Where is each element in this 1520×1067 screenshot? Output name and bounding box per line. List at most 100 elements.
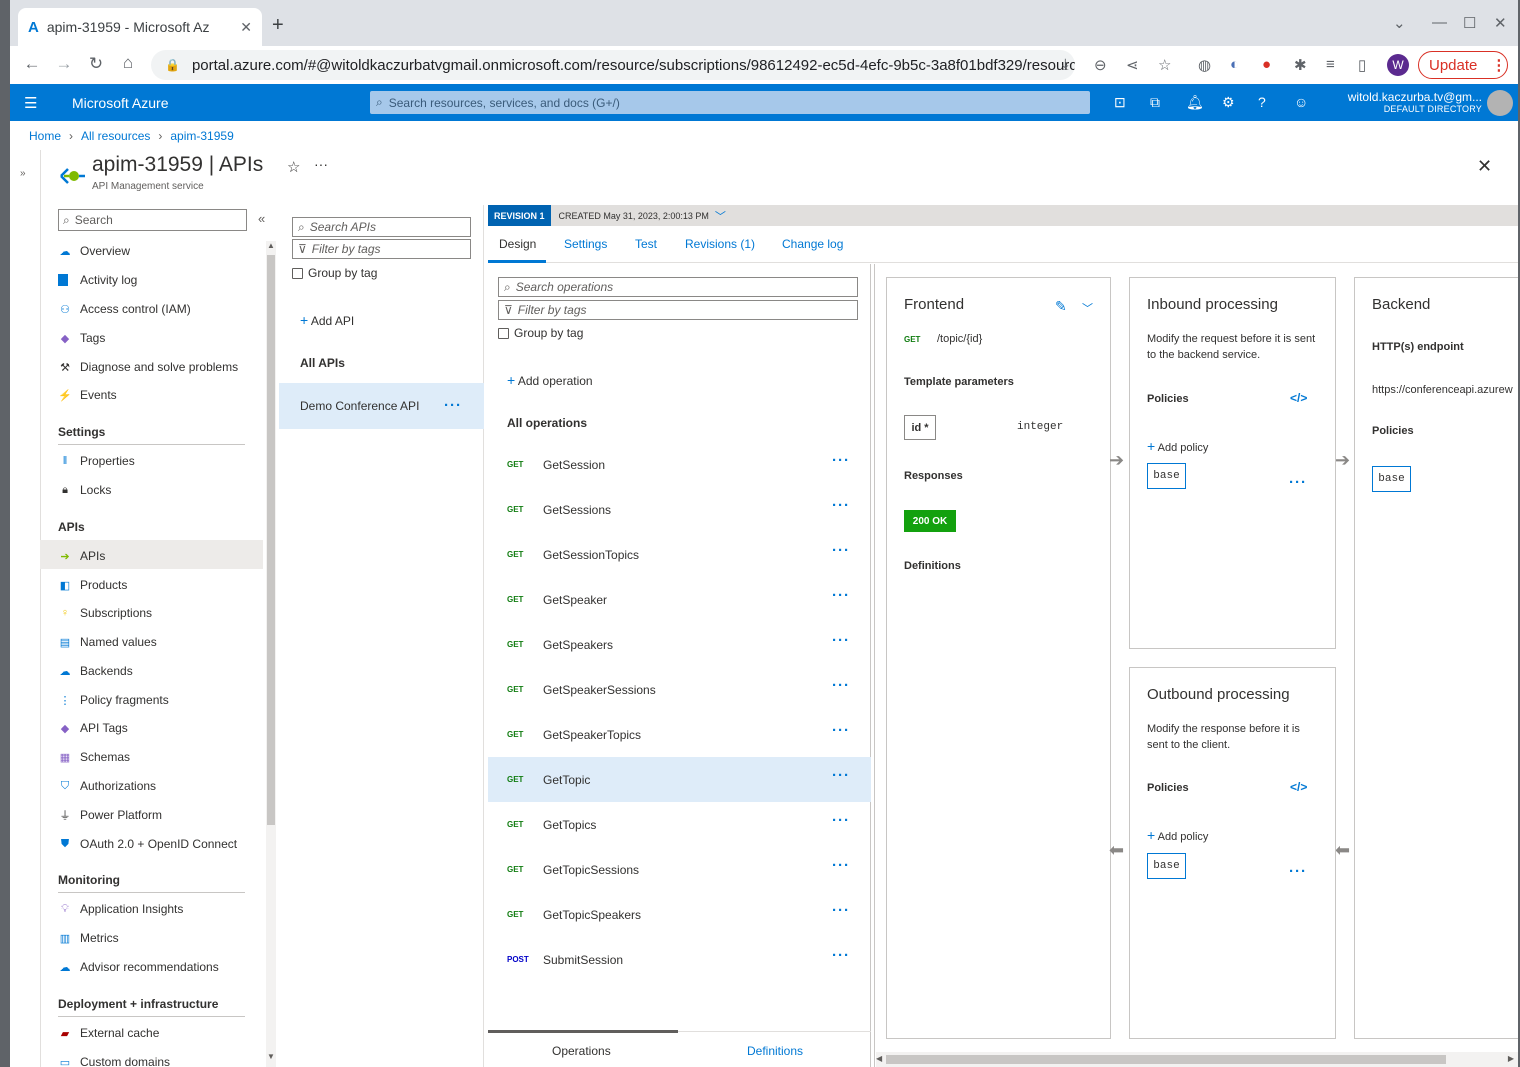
code-editor-icon[interactable]: </> [1290, 780, 1307, 794]
scroll-up-icon[interactable]: ▲ [267, 241, 275, 250]
add-api-button[interactable]: + Add API [300, 312, 354, 328]
url-field[interactable]: 🔒 portal.azure.com/#@witoldkaczurbatvgma… [151, 50, 1075, 80]
breadcrumb-resource[interactable]: apim-31959 [170, 129, 233, 143]
api-item-demo-conference[interactable]: Demo Conference API ··· [279, 383, 484, 429]
operation-more-icon[interactable]: ··· [832, 722, 850, 739]
operation-row[interactable]: GET GetTopics ··· [488, 802, 871, 847]
install-icon[interactable]: ⤓ [1062, 56, 1069, 73]
menu-item-backends[interactable]: ☁ Backends [58, 657, 263, 685]
pane-splitter[interactable] [874, 264, 875, 1067]
maximize-icon[interactable]: ☐ [1463, 14, 1476, 32]
scroll-left-icon[interactable]: ◀ [876, 1054, 882, 1063]
extension-globe-icon[interactable]: ◍ [1198, 56, 1211, 74]
operation-more-icon[interactable]: ··· [832, 587, 850, 604]
tab-settings[interactable]: Settings [564, 237, 607, 251]
operation-more-icon[interactable]: ··· [832, 902, 850, 919]
global-search-input[interactable]: ⌕ Search resources, services, and docs (… [370, 91, 1090, 114]
extension-record-icon[interactable]: ● [1262, 56, 1271, 73]
home-icon[interactable]: ⌂ [112, 53, 144, 73]
operation-row[interactable]: GET GetTopicSessions ··· [488, 847, 871, 892]
directory-filter-icon[interactable]: ⧉ [1150, 94, 1160, 111]
close-window-icon[interactable]: ✕ [1494, 14, 1507, 32]
collapse-menu-icon[interactable]: « [258, 211, 265, 226]
menu-item-metrics[interactable]: ▥ Metrics [58, 924, 263, 952]
tab-revisions[interactable]: Revisions (1) [685, 237, 755, 251]
menu-item-external-cache[interactable]: ▰ External cache [58, 1019, 263, 1047]
menu-item-events[interactable]: ⚡ Events [58, 381, 263, 409]
extension-shield-icon[interactable]: ◐ [1230, 56, 1239, 73]
user-avatar[interactable] [1487, 90, 1513, 116]
menu-item-power-platform[interactable]: ⏚ Power Platform [58, 801, 263, 829]
operation-more-icon[interactable]: ··· [832, 767, 850, 784]
menu-item-tags[interactable]: ◆ Tags [58, 324, 263, 352]
backend-base-policy[interactable]: base [1372, 466, 1411, 492]
breadcrumb-all-resources[interactable]: All resources [81, 129, 150, 143]
design-horizontal-scrollbar[interactable]: ◀ ▶ [876, 1052, 1518, 1067]
share-icon[interactable]: ⋖ [1126, 56, 1139, 74]
outbound-more-icon[interactable]: ··· [1289, 863, 1307, 880]
scrollbar-thumb[interactable] [267, 255, 275, 825]
tab-definitions[interactable]: Definitions [747, 1044, 803, 1058]
zoom-icon[interactable]: ⊖ [1094, 56, 1107, 74]
notifications-icon[interactable]: 🔔︎ [1186, 94, 1204, 111]
operation-row[interactable]: GET GetTopicSpeakers ··· [488, 892, 871, 937]
operation-more-icon[interactable]: ··· [832, 677, 850, 694]
operation-more-icon[interactable]: ··· [832, 452, 850, 469]
checkbox-box[interactable] [498, 327, 509, 339]
operation-row[interactable]: GET GetSpeakerSessions ··· [488, 667, 871, 712]
inbound-add-policy-button[interactable]: + Add policy [1147, 438, 1208, 454]
search-apis-input[interactable]: ⌕ Search APIs [292, 217, 471, 237]
tab-design[interactable]: Design [499, 237, 536, 251]
revision-badge[interactable]: REVISION 1 [488, 205, 551, 226]
menu-item-access-control[interactable]: ⚇ Access control (IAM) [58, 295, 263, 323]
breadcrumb-home[interactable]: Home [29, 129, 61, 143]
all-apis-heading[interactable]: All APIs [300, 356, 345, 370]
settings-gear-icon[interactable]: ⚙ [1222, 94, 1235, 111]
filter-operations-input[interactable]: ⊽ Filter by tags [498, 300, 858, 320]
menu-item-named-values[interactable]: ▤ Named values [58, 628, 263, 656]
reload-icon[interactable]: ↻ [80, 54, 112, 74]
operation-more-icon[interactable]: ··· [832, 632, 850, 649]
browser-tab[interactable]: A apim-31959 - Microsoft Az ✕ [18, 8, 262, 46]
side-panel-icon[interactable]: ▯ [1358, 56, 1366, 74]
more-options-icon[interactable]: ··· [314, 156, 328, 172]
operation-row[interactable]: GET GetSession ··· [488, 442, 871, 487]
inbound-more-icon[interactable]: ··· [1289, 474, 1307, 491]
filter-tags-input[interactable]: ⊽ Filter by tags [292, 239, 471, 259]
operation-more-icon[interactable]: ··· [832, 947, 850, 964]
group-by-tag-checkbox[interactable]: Group by tag [292, 266, 377, 280]
menu-item-advisor[interactable]: ☁ Advisor recommendations [58, 953, 263, 981]
operation-more-icon[interactable]: ··· [832, 497, 850, 514]
scroll-right-icon[interactable]: ▶ [1508, 1054, 1514, 1063]
all-operations-heading[interactable]: All operations [507, 416, 587, 430]
outbound-base-policy[interactable]: base [1147, 853, 1186, 879]
api-more-icon[interactable]: ··· [444, 397, 462, 414]
outbound-add-policy-button[interactable]: + Add policy [1147, 827, 1208, 843]
operation-more-icon[interactable]: ··· [832, 857, 850, 874]
inbound-base-policy[interactable]: base [1147, 463, 1186, 489]
menu-item-authorizations[interactable]: ⛉ Authorizations [58, 772, 263, 800]
operation-more-icon[interactable]: ··· [832, 812, 850, 829]
scroll-down-icon[interactable]: ▼ [267, 1052, 275, 1061]
operation-row[interactable]: GET GetSpeakerTopics ··· [488, 712, 871, 757]
profile-avatar[interactable]: W [1387, 54, 1409, 76]
menu-item-activity-log[interactable]: Activity log [58, 266, 263, 294]
chevron-down-icon[interactable]: ﹀ [715, 208, 726, 224]
menu-search-input[interactable]: ⌕ Search [58, 209, 247, 231]
checkbox-box[interactable] [292, 267, 303, 279]
extensions-puzzle-icon[interactable]: ✱ [1294, 56, 1307, 74]
tab-change-log[interactable]: Change log [782, 237, 843, 251]
search-operations-input[interactable]: ⌕ Search operations [498, 277, 858, 297]
feedback-icon[interactable]: ☺ [1294, 94, 1308, 110]
menu-item-subscriptions[interactable]: ♀ Subscriptions [58, 599, 263, 627]
response-200-badge[interactable]: 200 OK [904, 510, 956, 532]
edit-pencil-icon[interactable]: ✎ [1055, 298, 1067, 315]
favorite-star-icon[interactable]: ☆ [287, 158, 300, 176]
menu-item-diagnose[interactable]: ⚒ Diagnose and solve problems [58, 353, 263, 381]
code-editor-icon[interactable]: </> [1290, 391, 1307, 405]
account-info[interactable]: witold.kaczurba.tv@gm... DEFAULT DIRECTO… [1310, 90, 1482, 114]
tab-operations[interactable]: Operations [552, 1044, 611, 1058]
operation-row[interactable]: GET GetSpeaker ··· [488, 577, 871, 622]
update-button[interactable]: Update ⋮ [1418, 51, 1508, 79]
operation-row[interactable]: GET GetSpeakers ··· [488, 622, 871, 667]
